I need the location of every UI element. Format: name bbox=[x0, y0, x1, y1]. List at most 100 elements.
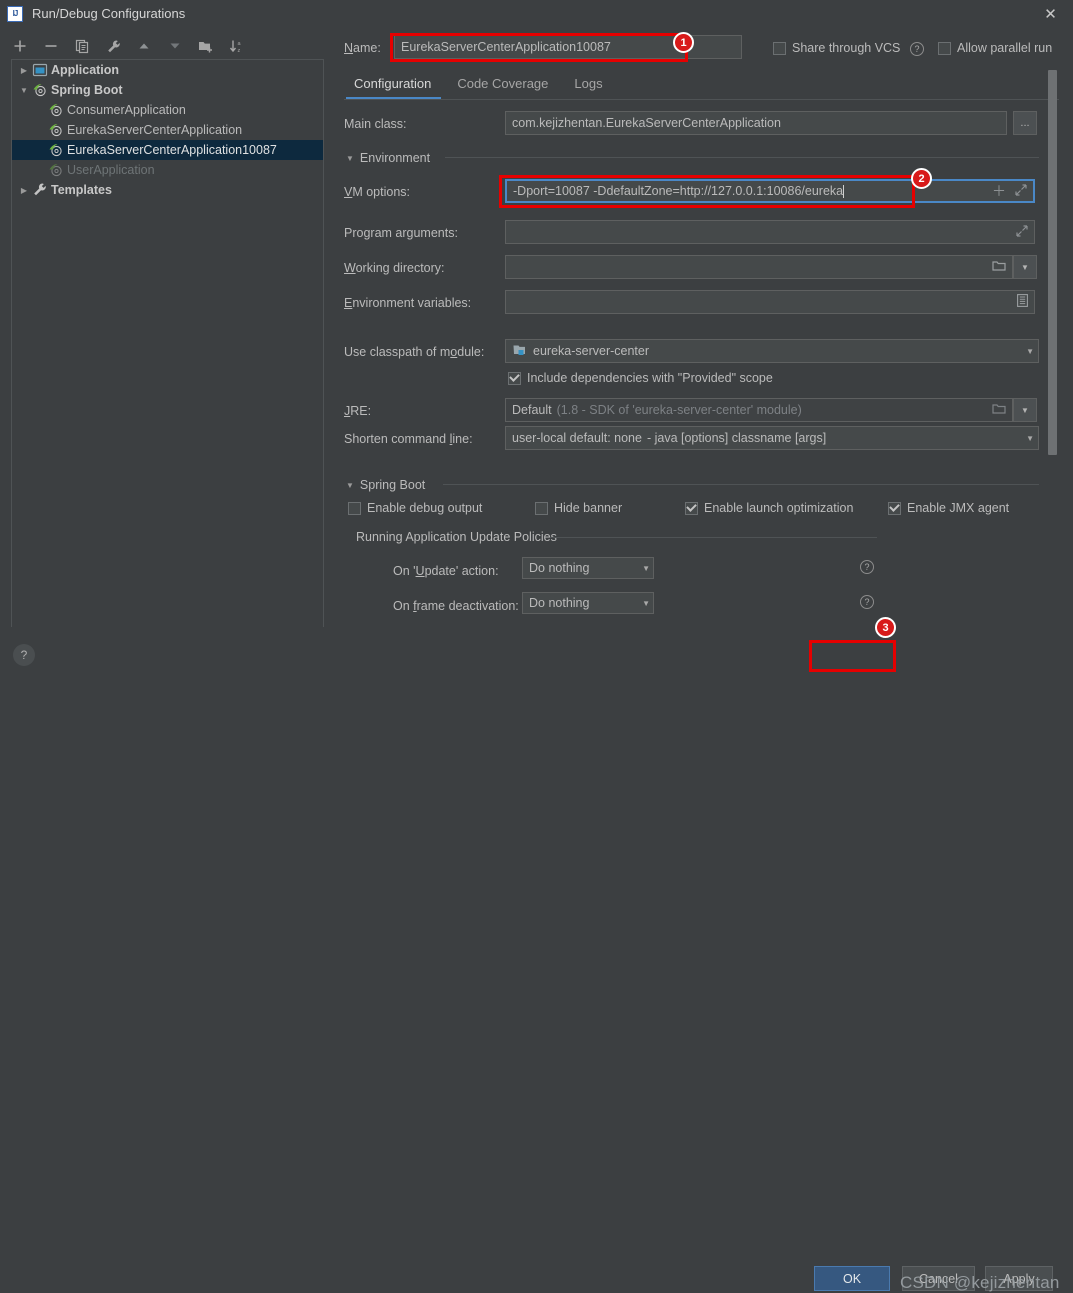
checkbox-box[interactable] bbox=[508, 371, 521, 385]
update-policies-label: Running Application Update Policies bbox=[356, 530, 557, 544]
tree-item-consumer-application[interactable]: ConsumerApplication bbox=[12, 100, 323, 120]
tab-code-coverage[interactable]: Code Coverage bbox=[447, 72, 564, 99]
enable-jmx-agent-label: Enable JMX agent bbox=[907, 501, 1010, 515]
include-provided-scope-label: Include dependencies with "Provided" sco… bbox=[527, 371, 773, 385]
configurations-tree[interactable]: ▶ Application ▼ Spring Boot ConsumerAppl… bbox=[11, 59, 324, 633]
checkbox-box[interactable] bbox=[938, 41, 951, 55]
configuration-editor-panel: Name: EurekaServerCenterApplication10087… bbox=[330, 27, 1073, 627]
tree-item-label: Application bbox=[51, 63, 120, 77]
classpath-module-select[interactable]: eureka-server-center ▼ bbox=[505, 339, 1039, 363]
checkbox-box[interactable] bbox=[348, 501, 361, 515]
checkbox-box[interactable] bbox=[773, 41, 786, 55]
spring-boot-group-header[interactable]: ▼ Spring Boot bbox=[346, 478, 425, 492]
tree-item-templates[interactable]: ▶ Templates bbox=[12, 180, 323, 200]
shorten-command-line-select[interactable]: user-local default: none - java [options… bbox=[505, 426, 1039, 450]
sort-az-icon[interactable]: a z bbox=[227, 36, 247, 56]
tree-item-eureka-server-center-application[interactable]: EurekaServerCenterApplication bbox=[12, 120, 323, 140]
wrench-icon bbox=[32, 182, 48, 198]
collapse-arrow-icon[interactable]: ▼ bbox=[346, 481, 354, 490]
ok-button[interactable]: OK bbox=[814, 1266, 890, 1291]
tree-item-user-application[interactable]: UserApplication bbox=[12, 160, 323, 180]
browse-ellipsis: ... bbox=[1020, 117, 1030, 129]
dialog-footer: ? OK Cancel Apply CSDN @kejizhentan bbox=[0, 627, 1073, 1292]
help-icon[interactable]: ? bbox=[860, 560, 874, 574]
window-title: Run/Debug Configurations bbox=[32, 6, 186, 21]
spring-boot-icon bbox=[48, 122, 64, 138]
expand-arrow-icon[interactable]: ▶ bbox=[16, 66, 32, 75]
arrow-up-icon[interactable] bbox=[134, 36, 154, 56]
chevron-down-icon: ▼ bbox=[1021, 262, 1029, 272]
enable-jmx-agent-checkbox[interactable]: Enable JMX agent bbox=[888, 501, 1009, 515]
tab-configuration[interactable]: Configuration bbox=[344, 72, 447, 99]
folder-icon[interactable] bbox=[992, 403, 1006, 418]
on-frame-deactivation-select[interactable]: Do nothing bbox=[522, 592, 654, 614]
close-icon[interactable]: ✕ bbox=[1028, 0, 1073, 27]
chevron-down-icon[interactable]: ▼ bbox=[1020, 347, 1034, 356]
arrow-down-icon[interactable] bbox=[165, 36, 185, 56]
wrench-icon[interactable] bbox=[103, 36, 123, 56]
expand-icon[interactable] bbox=[1016, 224, 1028, 240]
spring-boot-icon bbox=[32, 82, 48, 98]
folder-add-icon[interactable] bbox=[196, 36, 216, 56]
tree-item-eureka-server-center-application-10087[interactable]: EurekaServerCenterApplication10087 bbox=[12, 140, 323, 160]
collapse-arrow-icon[interactable]: ▼ bbox=[346, 154, 354, 163]
spring-boot-icon bbox=[48, 102, 64, 118]
tree-item-label: EurekaServerCenterApplication10087 bbox=[67, 143, 277, 157]
enable-launch-optimization-label: Enable launch optimization bbox=[704, 501, 854, 515]
help-icon[interactable]: ? bbox=[860, 595, 874, 609]
checkbox-box[interactable] bbox=[535, 501, 548, 515]
on-update-action-select[interactable]: Do nothing bbox=[522, 557, 654, 579]
shorten-command-line-value: user-local default: none bbox=[512, 431, 642, 445]
checkbox-box[interactable] bbox=[685, 501, 698, 515]
share-through-vcs-label: Share through VCS bbox=[792, 41, 901, 55]
share-through-vcs-checkbox[interactable]: Share through VCS bbox=[773, 41, 900, 55]
tree-item-label: UserApplication bbox=[67, 163, 155, 177]
tree-item-application[interactable]: ▶ Application bbox=[12, 60, 323, 80]
chevron-down-icon: ▼ bbox=[1021, 405, 1029, 415]
tab-logs[interactable]: Logs bbox=[564, 72, 618, 99]
copy-icon[interactable] bbox=[72, 36, 92, 56]
help-icon[interactable]: ? bbox=[910, 42, 924, 56]
title-bar: IJ Run/Debug Configurations ✕ bbox=[0, 0, 1073, 27]
svg-text:z: z bbox=[238, 48, 241, 54]
module-icon bbox=[512, 343, 528, 359]
allow-parallel-run-label: Allow parallel run bbox=[957, 41, 1053, 55]
editor-scrollbar[interactable] bbox=[1048, 70, 1057, 455]
on-frame-deactivation-label: On frame deactivation: bbox=[393, 599, 519, 613]
plus-icon[interactable]: ＋ bbox=[992, 181, 1006, 201]
enable-debug-output-checkbox[interactable]: Enable debug output bbox=[348, 501, 482, 515]
include-provided-scope-checkbox[interactable]: Include dependencies with "Provided" sco… bbox=[508, 371, 773, 385]
main-class-browse-button[interactable]: ... bbox=[1013, 111, 1037, 135]
expand-icon[interactable] bbox=[1015, 183, 1027, 199]
environment-variables-label: Environment variables: bbox=[344, 296, 472, 310]
name-input-value: EurekaServerCenterApplication10087 bbox=[401, 40, 611, 54]
working-directory-history-button[interactable]: ▼ bbox=[1013, 255, 1037, 279]
hide-banner-checkbox[interactable]: Hide banner bbox=[535, 501, 622, 515]
jre-history-button[interactable]: ▼ bbox=[1013, 398, 1037, 422]
spring-boot-icon bbox=[48, 142, 64, 158]
annotation-badge-3: 3 bbox=[875, 617, 896, 638]
help-button[interactable]: ? bbox=[13, 644, 35, 666]
expand-arrow-icon[interactable]: ▶ bbox=[16, 186, 32, 195]
jre-value: Default bbox=[512, 403, 552, 417]
checkbox-box[interactable] bbox=[888, 501, 901, 515]
chevron-down-icon[interactable]: ▼ bbox=[1020, 434, 1034, 443]
list-icon[interactable] bbox=[1017, 294, 1028, 310]
minus-icon[interactable] bbox=[41, 36, 61, 56]
tree-item-spring-boot[interactable]: ▼ Spring Boot bbox=[12, 80, 323, 100]
on-frame-deactivation-value: Do nothing bbox=[529, 596, 590, 610]
program-arguments-input[interactable] bbox=[505, 220, 1035, 244]
enable-launch-optimization-checkbox[interactable]: Enable launch optimization bbox=[685, 501, 853, 515]
main-class-input[interactable]: com.kejizhentan.EurekaServerCenterApplic… bbox=[505, 111, 1007, 135]
jre-input[interactable]: Default (1.8 - SDK of 'eureka-server-cen… bbox=[505, 398, 1013, 422]
vm-options-input[interactable]: -Dport=10087 -DdefaultZone=http://127.0.… bbox=[505, 179, 1035, 203]
allow-parallel-run-checkbox[interactable]: Allow parallel run bbox=[938, 41, 1052, 55]
environment-group-header[interactable]: ▼ Environment bbox=[346, 151, 430, 165]
environment-variables-input[interactable] bbox=[505, 290, 1035, 314]
plus-icon[interactable] bbox=[10, 36, 30, 56]
folder-icon[interactable] bbox=[992, 260, 1006, 275]
working-directory-label: Working directory: bbox=[344, 261, 445, 275]
configurations-toolbar: a z bbox=[0, 33, 340, 59]
collapse-arrow-icon[interactable]: ▼ bbox=[16, 86, 32, 95]
working-directory-input[interactable] bbox=[505, 255, 1013, 279]
